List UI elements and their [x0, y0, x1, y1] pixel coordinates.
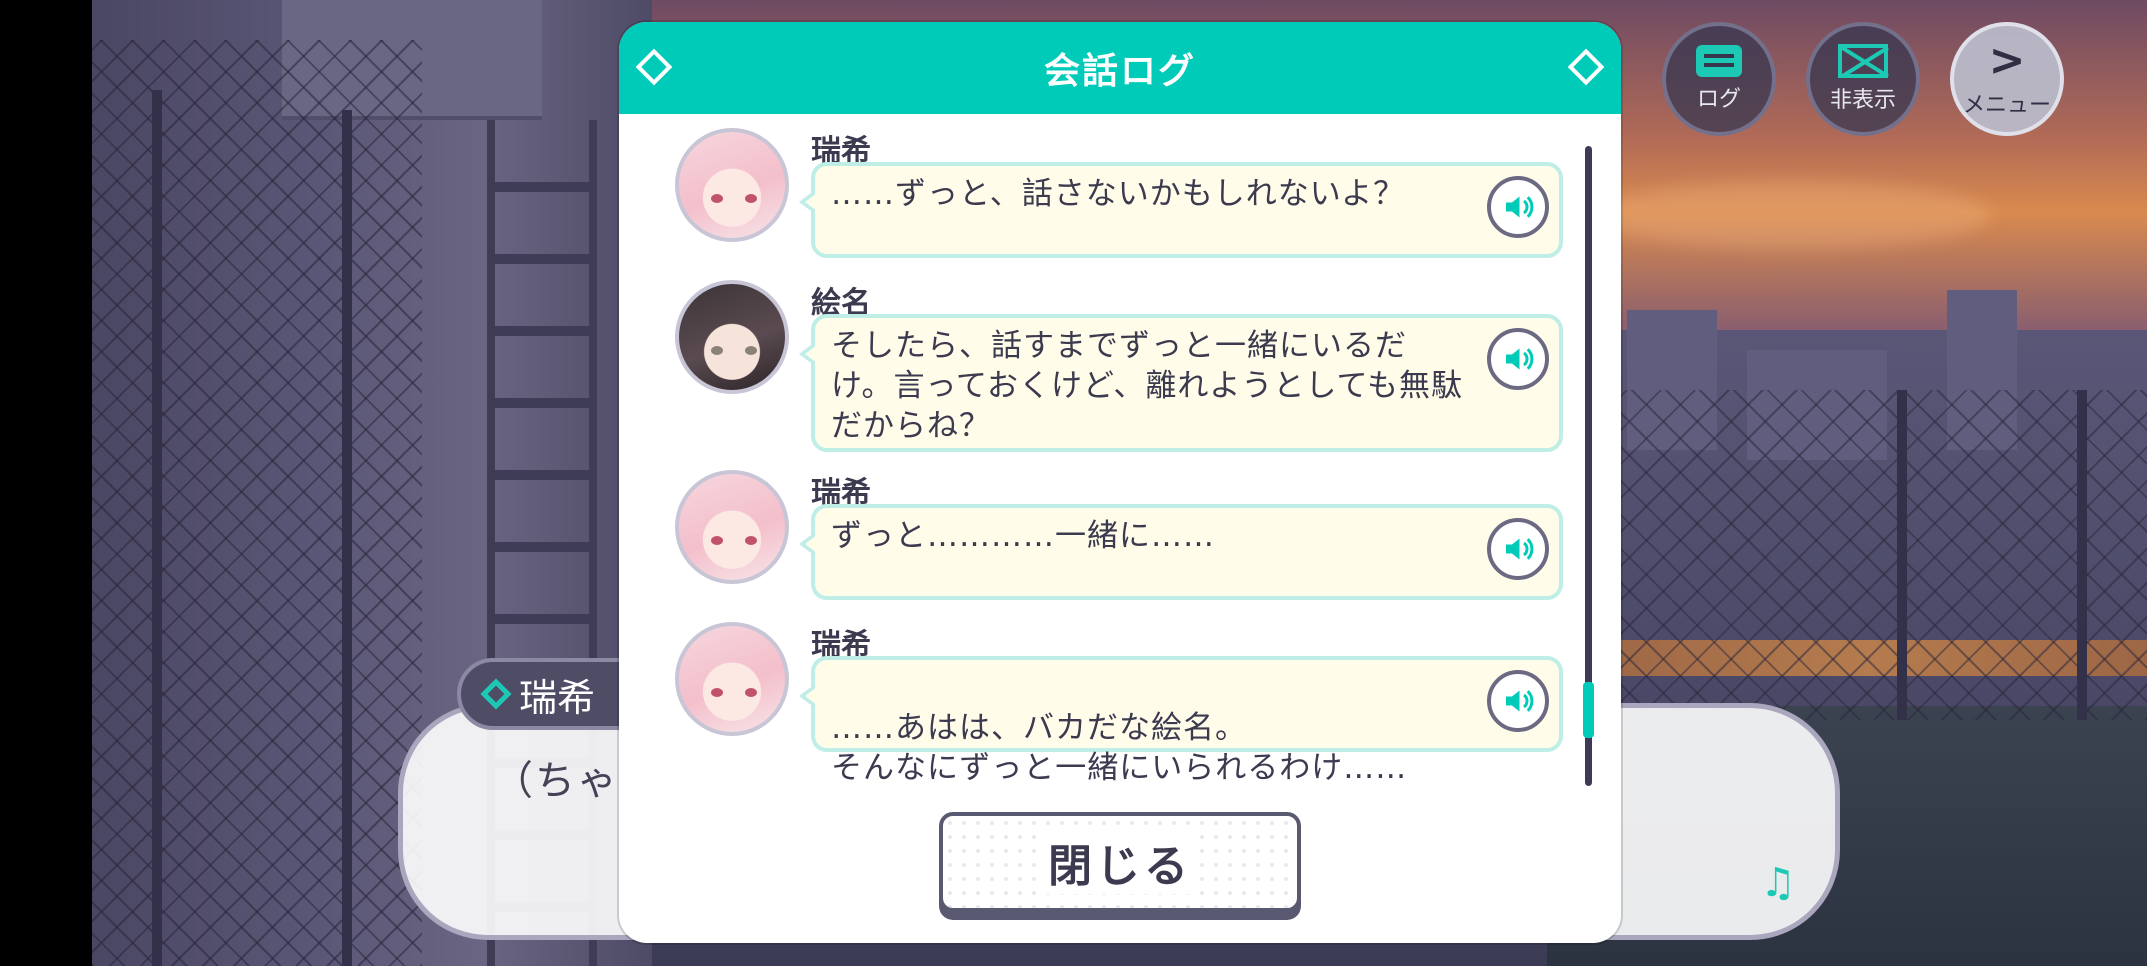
speech-text: そしたら、話すまでずっと一緒にいるだけ。言っておくけど、離れようとしても無駄だか… [831, 328, 1463, 444]
speaker-icon [1506, 690, 1534, 712]
speech-bubble: ……ずっと、話さないかもしれないよ？ [799, 162, 1563, 258]
speech-bubble: ……あはは、バカだな絵名。 そんなにずっと一緒にいられるわけ…… [799, 656, 1563, 786]
speech-text: ……ずっと、話さないかもしれないよ？ [831, 176, 1406, 212]
chat-bubble-icon [1696, 45, 1742, 77]
modal-title: 会話ログ [1043, 51, 1196, 92]
voice-play-button[interactable] [1487, 176, 1549, 238]
chain-link-fence-right [1587, 390, 2147, 720]
voice-play-button[interactable] [1487, 328, 1549, 390]
menu-button[interactable]: > メニュー [1950, 22, 2064, 136]
diamond-icon [480, 678, 512, 710]
mizuki-avatar [675, 470, 789, 584]
diamond-icon [635, 48, 673, 86]
chain-link-fence-left [92, 40, 422, 966]
hide-button[interactable]: 非表示 [1806, 22, 1920, 136]
speaker-icon [1506, 196, 1534, 218]
dialogue-speaker-name: 瑞希 [519, 675, 596, 720]
close-button-label: 閉じる [1042, 830, 1198, 894]
speaker-icon [1506, 348, 1534, 370]
chevron-right-icon: > [1988, 35, 2026, 86]
music-note-icon: ♫ [1760, 860, 1796, 906]
speech-text: ……あはは、バカだな絵名。 そんなにずっと一緒にいられるわけ…… [831, 710, 1408, 786]
diamond-icon [1567, 48, 1605, 86]
speech-text: ずっと…………一緒に…… [831, 518, 1215, 554]
log-button-label: ログ [1696, 87, 1741, 112]
modal-header: 会話ログ [619, 22, 1621, 114]
voice-play-button[interactable] [1487, 670, 1549, 732]
log-list[interactable]: 瑞希 ……ずっと、話さないかもしれないよ？ 絵名 そしたら、話すまでずっと一緒に… [619, 128, 1621, 792]
voice-play-button[interactable] [1487, 518, 1549, 580]
ena-avatar [675, 280, 789, 394]
log-button[interactable]: ログ [1662, 22, 1776, 136]
speaker-icon [1506, 538, 1534, 560]
mizuki-avatar [675, 622, 789, 736]
hide-window-icon [1838, 44, 1888, 78]
speech-bubble: ずっと…………一緒に…… [799, 504, 1563, 600]
conversation-log-modal: 会話ログ 瑞希 ……ずっと、話さないかもしれないよ？ 絵名 そしたら、話すまでず… [619, 22, 1621, 943]
scrollbar-thumb[interactable] [1583, 682, 1594, 738]
mizuki-avatar [675, 128, 789, 242]
hide-button-label: 非表示 [1829, 88, 1896, 113]
menu-button-label: メニュー [1962, 93, 2051, 118]
speech-bubble: そしたら、話すまでずっと一緒にいるだけ。言っておくけど、離れようとしても無駄だか… [799, 314, 1563, 452]
close-button[interactable]: 閉じる [939, 812, 1301, 912]
